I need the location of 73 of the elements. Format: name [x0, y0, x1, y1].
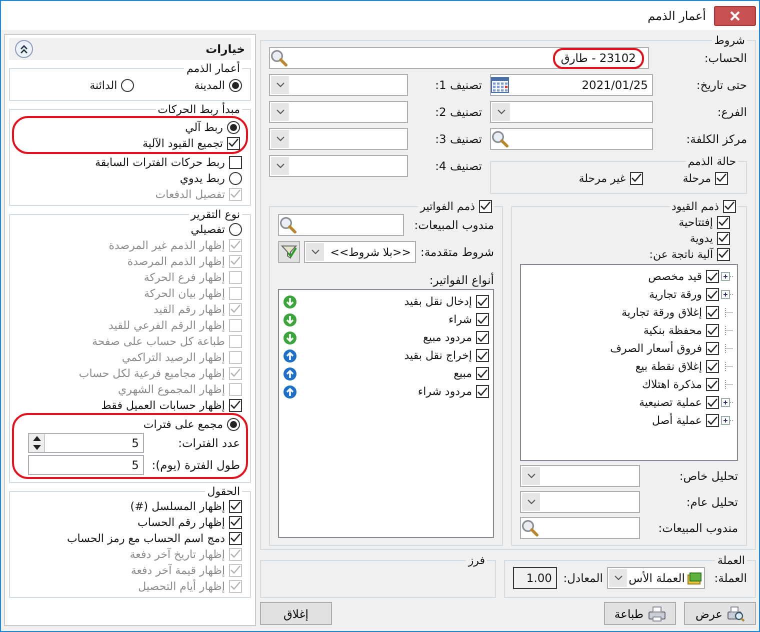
- spinner-field[interactable]: 5: [28, 433, 144, 453]
- rate-field[interactable]: 1.00: [513, 567, 557, 589]
- field-label: تصنيف 3:: [434, 132, 482, 146]
- radio-button[interactable]: مجمع على فترات: [20, 416, 240, 432]
- checkbox[interactable]: تجميع القيود الآلية: [20, 135, 240, 151]
- field-label: حتى تاريخ:: [695, 78, 747, 92]
- field-label: الفرع:: [716, 105, 747, 119]
- field-label: مندوب المبيعات:: [413, 218, 494, 232]
- checkbox[interactable]: ذمم القيود: [672, 198, 736, 214]
- radio-button[interactable]: ربط يدوي: [18, 170, 242, 186]
- checkbox[interactable]: إظهار رقم الحساب: [18, 514, 242, 530]
- group-title: الحقول: [206, 485, 241, 498]
- print-button[interactable]: طباعة: [604, 602, 676, 625]
- field-label: تصنيف 1:: [434, 78, 482, 92]
- list-label: أنواع الفواتير:: [428, 273, 494, 287]
- field-label: طول الفترة (يوم):: [150, 458, 240, 472]
- checkbox[interactable]: إدخال نقل بقيد: [404, 294, 489, 310]
- radio-button[interactable]: تفصيلي: [18, 221, 242, 237]
- group-title: العملة: [716, 554, 746, 567]
- checkbox[interactable]: إفتتاحية: [520, 214, 730, 230]
- checkbox[interactable]: فروق أسعار الصرف: [610, 340, 719, 356]
- checkbox[interactable]: ورقة تجارية: [648, 286, 719, 302]
- checkbox[interactable]: عملية أصل: [652, 412, 719, 428]
- group-title: أعمار الذمم: [185, 62, 241, 75]
- checkbox[interactable]: ذمم الفواتير: [420, 198, 492, 214]
- field-label: مركز الكلفة:: [685, 132, 747, 146]
- field-label: عدد الفترات:: [177, 436, 240, 450]
- checkbox[interactable]: يدوية: [520, 230, 730, 246]
- checkbox[interactable]: إغلاق نقطة بيع: [635, 358, 719, 374]
- checkbox[interactable]: مرحلة: [682, 170, 728, 186]
- field-label: تحليل خاص:: [678, 469, 738, 483]
- checkbox[interactable]: إظهار المسلسل (#): [18, 498, 242, 514]
- panel-title: خيارات: [206, 42, 245, 56]
- field-label: تحليل عام:: [685, 495, 738, 509]
- group-title: نوع التقرير: [189, 208, 241, 221]
- window-title: أعمار الذمم: [648, 8, 706, 22]
- field-label: تصنيف 2:: [434, 105, 482, 119]
- field-label: الحساب:: [703, 51, 747, 65]
- radio-button[interactable]: ربط آلي: [20, 119, 240, 135]
- checkbox[interactable]: مذكرة اهتلاك: [642, 376, 719, 392]
- checkbox[interactable]: مردود مبيع: [423, 330, 489, 346]
- checkbox[interactable]: إغلاق ورقة تجارية: [622, 304, 719, 320]
- date-field[interactable]: 2021/01/25: [490, 74, 653, 96]
- group-title: مبدأ ربط الحركات: [156, 103, 241, 116]
- checkbox[interactable]: مبيع: [454, 366, 489, 382]
- checkbox[interactable]: دمج اسم الحساب مع رمز الحساب: [18, 530, 242, 546]
- field-label: تصنيف 4:: [434, 159, 482, 173]
- field-label: المعادل:: [562, 571, 603, 585]
- checkbox[interactable]: مردود شراء: [418, 384, 489, 400]
- checkbox[interactable]: عملية تصنيعية: [638, 394, 719, 410]
- number-field[interactable]: 5: [28, 455, 144, 475]
- checkbox[interactable]: آلية ناتجة عن:: [520, 246, 730, 262]
- view-button[interactable]: عرض: [684, 602, 756, 625]
- radio-button[interactable]: الدائنة: [90, 77, 134, 93]
- close-button[interactable]: إغلاق: [260, 602, 332, 625]
- dropdown[interactable]: <<بلا شروط>>: [304, 241, 416, 263]
- radio-button[interactable]: المدينة: [194, 77, 242, 93]
- field-label: شروط متقدمة:: [420, 245, 494, 259]
- checkbox[interactable]: شراء: [448, 312, 489, 328]
- checkbox[interactable]: إظهار حسابات العميل فقط: [18, 397, 242, 413]
- group-title: فرز: [466, 554, 486, 567]
- checkbox[interactable]: إخراج نقل بقيد: [404, 348, 489, 364]
- group-title: حالة الذمم: [686, 155, 737, 168]
- highlight-ring: 23102 - طارق: [552, 48, 644, 68]
- currency-dropdown[interactable]: العملة الأس: [607, 567, 705, 589]
- checkbox[interactable]: محفظة بنكية: [643, 322, 719, 338]
- checkbox[interactable]: قيد مخصص: [648, 268, 719, 284]
- checkbox[interactable]: غير مرحلة: [578, 170, 643, 186]
- account-field[interactable]: 23102 - طارق: [269, 47, 649, 69]
- field-label: مندوب المبيعات:: [657, 521, 738, 535]
- checkbox[interactable]: ربط حركات الفترات السابقة: [18, 154, 242, 170]
- field-label: العملة:: [713, 571, 747, 585]
- group-title: شروط: [713, 34, 746, 47]
